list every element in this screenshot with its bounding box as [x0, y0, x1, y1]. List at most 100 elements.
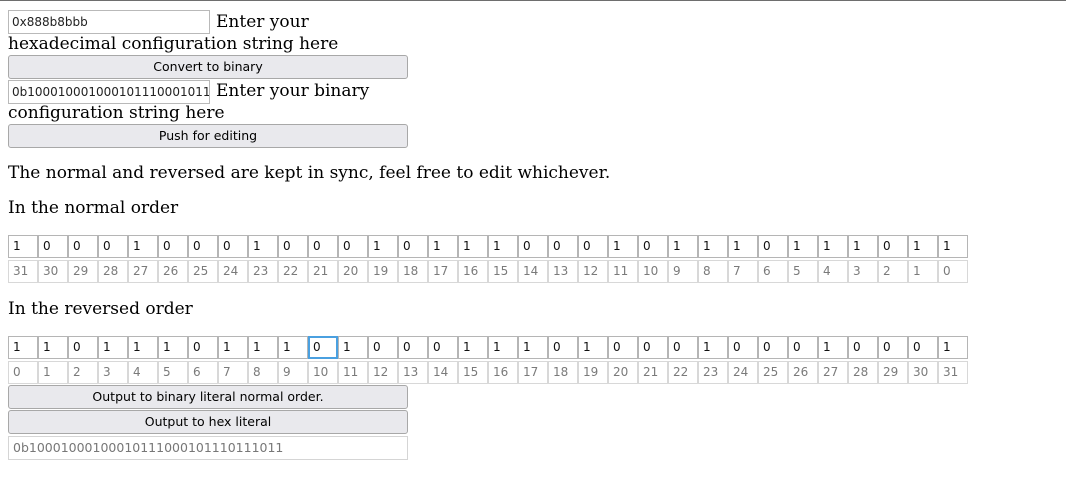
bit-index-label: 9	[668, 260, 698, 283]
bit-cell[interactable]: 0	[518, 235, 548, 258]
bit-cell[interactable]: 0	[308, 235, 338, 258]
bit-cell[interactable]: 1	[458, 235, 488, 258]
bit-index-label: 4	[818, 260, 848, 283]
bit-cell[interactable]: 1	[8, 235, 38, 258]
bit-cell[interactable]: 1	[818, 336, 848, 359]
bit-index-label: 8	[248, 361, 278, 384]
hex-label-line1: Enter your	[216, 12, 309, 32]
bit-cell[interactable]: 0	[158, 235, 188, 258]
bit-index-label: 30	[38, 260, 68, 283]
bit-index-label: 7	[218, 361, 248, 384]
bit-cell[interactable]: 1	[788, 235, 818, 258]
bit-cell[interactable]: 0	[758, 235, 788, 258]
bit-cell[interactable]: 1	[368, 235, 398, 258]
bit-index-label: 26	[158, 260, 188, 283]
bit-cell[interactable]: 0	[98, 235, 128, 258]
bit-index-label: 8	[698, 260, 728, 283]
bit-cell[interactable]: 1	[98, 336, 128, 359]
bit-index-label: 11	[338, 361, 368, 384]
bit-index-label: 17	[428, 260, 458, 283]
output-hex-literal-button[interactable]: Output to hex literal	[8, 410, 408, 434]
bit-cell[interactable]: 0	[878, 235, 908, 258]
bit-cell[interactable]: 0	[878, 336, 908, 359]
convert-to-binary-button[interactable]: Convert to binary	[8, 55, 408, 79]
bit-cell[interactable]: 0	[278, 235, 308, 258]
hex-label-line2: hexadecimal configuration string here	[8, 34, 339, 54]
bit-cell[interactable]: 0	[368, 336, 398, 359]
binary-label-line1: Enter your binary	[216, 81, 370, 101]
bit-cell[interactable]: 1	[38, 336, 68, 359]
bit-index-label: 1	[38, 361, 68, 384]
bit-index-label: 17	[518, 361, 548, 384]
bit-cell[interactable]: 1	[248, 336, 278, 359]
bit-cell[interactable]: 1	[278, 336, 308, 359]
bit-cell[interactable]: 0	[788, 336, 818, 359]
bit-cell[interactable]: 1	[8, 336, 38, 359]
bit-index-label: 23	[248, 260, 278, 283]
bit-cell[interactable]: 1	[428, 235, 458, 258]
bit-cell[interactable]: 0	[428, 336, 458, 359]
bit-index-label: 24	[728, 361, 758, 384]
bit-cell[interactable]: 0	[218, 235, 248, 258]
bit-cell[interactable]: 0	[548, 235, 578, 258]
bit-cell[interactable]: 0	[68, 235, 98, 258]
bit-cell[interactable]: 1	[908, 235, 938, 258]
bit-cell[interactable]: 0	[68, 336, 98, 359]
bit-cell[interactable]: 0	[758, 336, 788, 359]
bit-cell[interactable]: 1	[578, 336, 608, 359]
push-for-editing-button[interactable]: Push for editing	[8, 124, 408, 148]
bit-cell[interactable]: 0	[308, 336, 338, 359]
output-binary-literal-button[interactable]: Output to binary literal normal order.	[8, 385, 408, 409]
bit-index-label: 18	[398, 260, 428, 283]
bit-cell[interactable]: 0	[578, 235, 608, 258]
bit-cell[interactable]: 0	[668, 336, 698, 359]
normal-order-heading: In the normal order	[8, 198, 179, 218]
bit-index-label: 10	[308, 361, 338, 384]
bit-cell[interactable]: 1	[248, 235, 278, 258]
bit-cell[interactable]: 1	[218, 336, 248, 359]
bit-cell[interactable]: 0	[398, 235, 428, 258]
bit-cell[interactable]: 1	[608, 235, 638, 258]
bit-cell[interactable]: 1	[158, 336, 188, 359]
bit-cell[interactable]: 0	[728, 336, 758, 359]
bit-index-label: 16	[488, 361, 518, 384]
bit-cell[interactable]: 1	[128, 336, 158, 359]
bit-cell[interactable]: 1	[848, 235, 878, 258]
bit-index-label: 6	[758, 260, 788, 283]
hex-input[interactable]: 0x888b8bbb	[8, 10, 210, 34]
bit-index-label: 29	[878, 361, 908, 384]
bit-cell[interactable]: 1	[938, 336, 968, 359]
bit-cell[interactable]: 1	[488, 336, 518, 359]
bit-cell[interactable]: 0	[338, 235, 368, 258]
bit-cell[interactable]: 0	[638, 336, 668, 359]
bit-cell[interactable]: 1	[938, 235, 968, 258]
bit-cell[interactable]: 1	[728, 235, 758, 258]
bit-cell[interactable]: 1	[128, 235, 158, 258]
bit-index-label: 21	[638, 361, 668, 384]
sync-note: The normal and reversed are kept in sync…	[8, 163, 611, 183]
bit-cell[interactable]: 1	[698, 235, 728, 258]
bit-index-label: 20	[608, 361, 638, 384]
bit-cell[interactable]: 1	[668, 235, 698, 258]
bit-cell[interactable]: 1	[818, 235, 848, 258]
bit-cell[interactable]: 0	[548, 336, 578, 359]
bit-cell[interactable]: 1	[458, 336, 488, 359]
bit-cell[interactable]: 0	[608, 336, 638, 359]
output-field[interactable]: 0b10001000100010111000101110111011	[8, 436, 408, 460]
bit-cell[interactable]: 0	[188, 235, 218, 258]
bit-cell[interactable]: 1	[518, 336, 548, 359]
bit-index-label: 9	[278, 361, 308, 384]
bit-cell[interactable]: 1	[338, 336, 368, 359]
bit-cell[interactable]: 0	[848, 336, 878, 359]
bit-cell[interactable]: 1	[488, 235, 518, 258]
bit-cell[interactable]: 0	[638, 235, 668, 258]
bit-cell[interactable]: 1	[698, 336, 728, 359]
bit-cell[interactable]: 0	[908, 336, 938, 359]
bit-index-label: 26	[788, 361, 818, 384]
bit-index-label: 1	[908, 260, 938, 283]
bit-cell[interactable]: 0	[188, 336, 218, 359]
binary-input[interactable]: 0b10001000100010111000101110111011	[8, 80, 210, 104]
bit-cell[interactable]: 0	[398, 336, 428, 359]
bit-index-label: 19	[368, 260, 398, 283]
bit-cell[interactable]: 0	[38, 235, 68, 258]
